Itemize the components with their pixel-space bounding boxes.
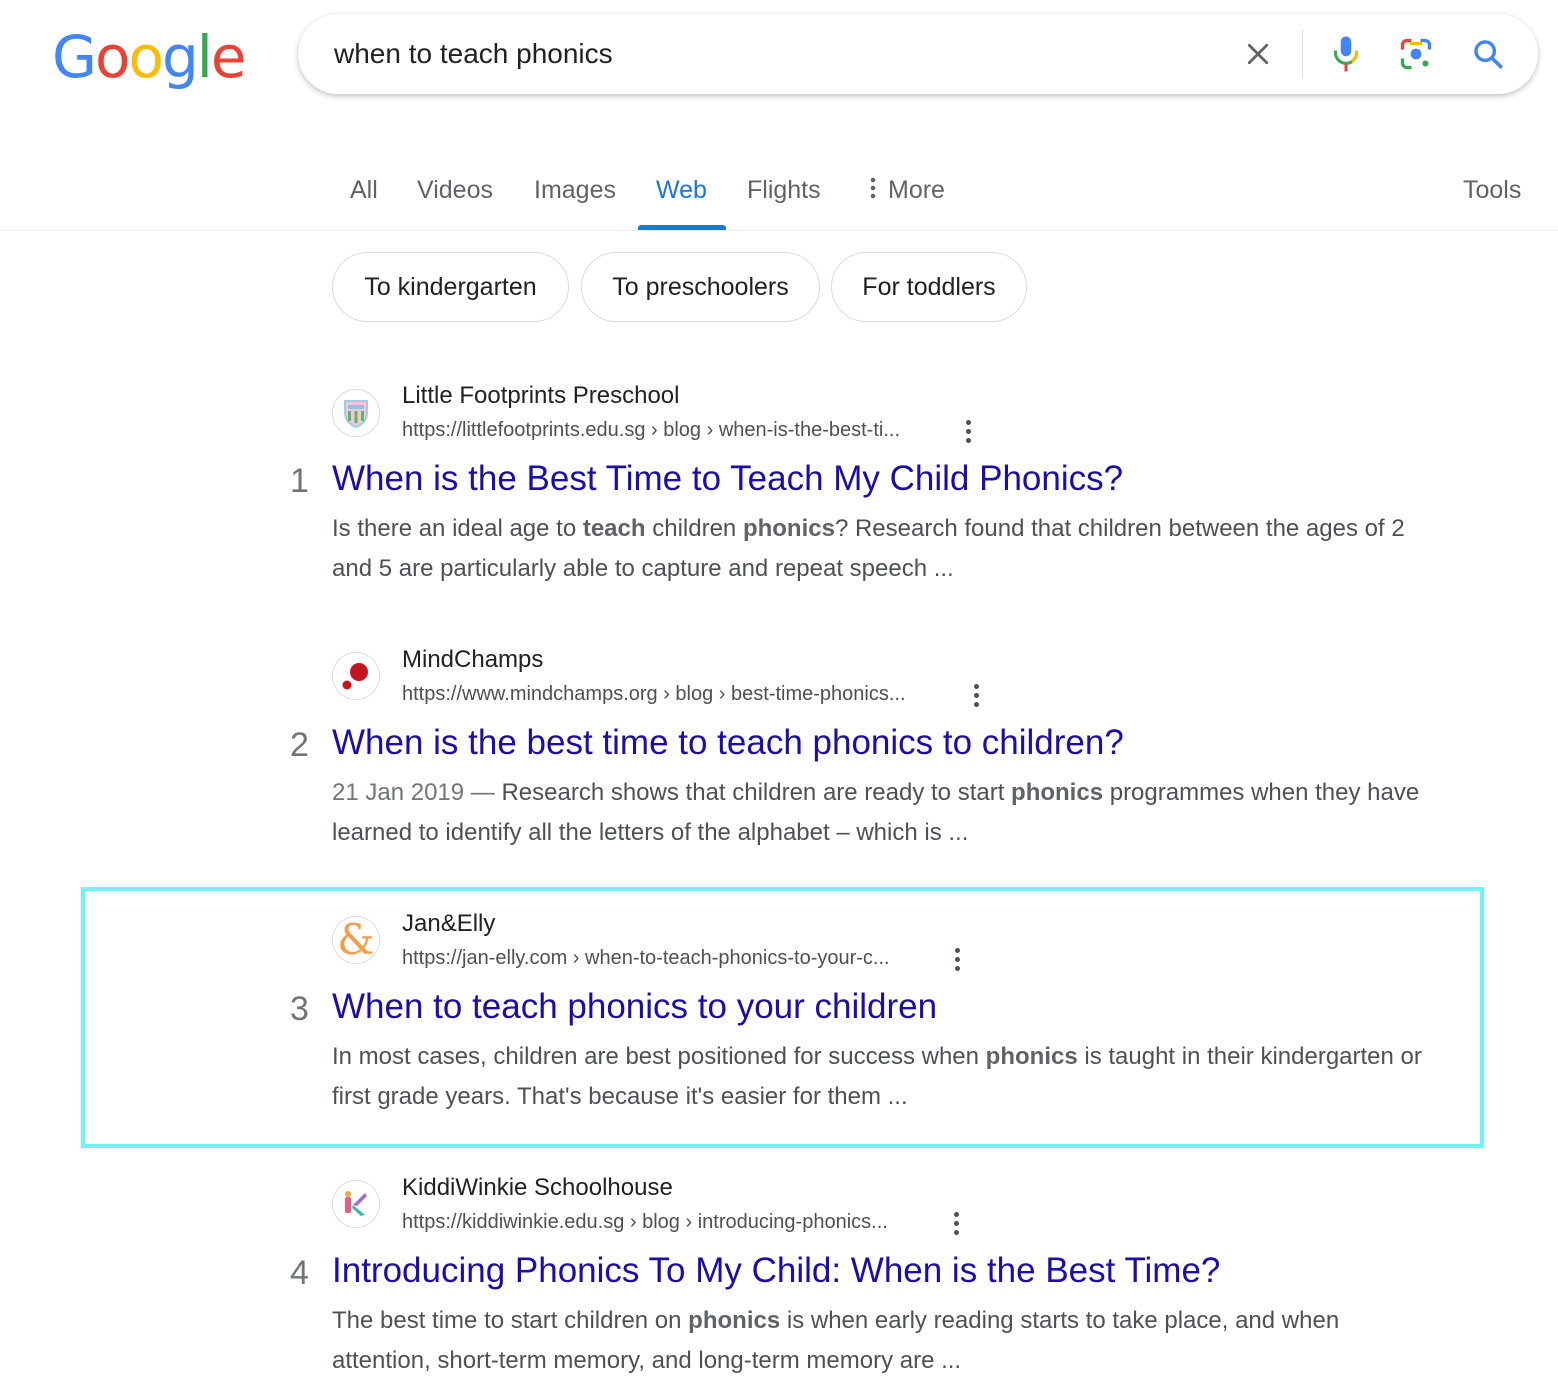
lens-icon[interactable] [1396,34,1436,74]
result-snippet: In most cases, children are best positio… [332,1037,1422,1117]
result-options-icon[interactable] [958,416,978,446]
logo-letter: l [196,23,213,91]
close-icon[interactable] [1238,34,1278,74]
tab-videos[interactable]: Videos [417,176,493,205]
snippet-keyword: phonics [742,515,835,542]
tab-more-label: More [888,176,945,204]
chip-for-toddlers[interactable]: For toddlers [831,252,1027,322]
snippet-text: children [645,515,743,542]
result-options-icon[interactable] [947,944,967,974]
tab-images[interactable]: Images [534,176,616,205]
result-title-link[interactable]: When to teach phonics to your children [332,987,937,1027]
result-site-name: MindChamps [402,646,544,673]
result-snippet: 21 Jan 2019 — Research shows that childr… [332,773,1422,853]
result-snippet: The best time to start children on phoni… [332,1301,1422,1381]
result-snippet: Is there an ideal age to teach children … [332,509,1422,589]
result-url[interactable]: https://kiddiwinkie.edu.sg › blog › intr… [402,1211,888,1234]
result-rank: 2 [290,726,309,764]
search-icon[interactable] [1468,34,1508,74]
logo-letter: e [210,23,247,91]
tabs-divider [0,230,1558,231]
result-options-icon[interactable] [946,1208,966,1238]
result-url[interactable]: https://littlefootprints.edu.sg › blog ›… [402,419,900,442]
result-url[interactable]: https://jan-elly.com › when-to-teach-pho… [402,947,890,970]
mic-icon[interactable] [1326,34,1366,74]
logo-letter: G [52,23,97,91]
ampersand-logo-icon: & [337,916,375,964]
logo-letter: o [94,23,130,91]
google-logo[interactable]: Google [52,22,247,92]
result-rank: 4 [290,1254,309,1292]
snippet-text: Is there an ideal age to [332,515,583,542]
search-box [298,14,1538,94]
search-input[interactable] [334,34,1214,74]
result-rank: 3 [290,990,309,1028]
jan-elly-favicon: & [332,916,380,964]
result-url[interactable]: https://www.mindchamps.org › blog › best… [402,683,906,706]
chip-to-preschoolers[interactable]: To preschoolers [581,252,820,322]
snippet-keyword: teach [582,515,646,542]
result-site-name: Little Footprints Preschool [402,382,680,409]
logo-letter: o [128,23,163,91]
snippet-text: The best time to start children on [332,1307,689,1334]
result-title-link[interactable]: When is the best time to teach phonics t… [332,723,1124,763]
search-divider [1302,30,1303,78]
result-site-name: KiddiWinkie Schoolhouse [402,1174,673,1201]
snippet-text: Research shows that children are ready t… [501,779,1012,806]
mindchamps-favicon [332,652,380,700]
tab-more[interactable]: More [870,176,945,206]
snippet-keyword: phonics [688,1307,781,1334]
result-title-link[interactable]: Introducing Phonics To My Child: When is… [332,1251,1220,1291]
snippet-keyword: phonics [985,1043,1078,1070]
tab-all[interactable]: All [350,176,378,205]
search-tabs: All Videos Images Web Flights More Tools [0,160,1558,230]
logo-letter: g [161,23,199,91]
tab-flights[interactable]: Flights [747,176,821,205]
result-title-link[interactable]: When is the Best Time to Teach My Child … [332,459,1123,499]
snippet-text: In most cases, children are best positio… [332,1043,986,1070]
kiddiwinkie-favicon [332,1180,380,1228]
snippet-keyword: phonics [1011,779,1104,806]
chip-to-kindergarten[interactable]: To kindergarten [332,252,569,322]
vertical-dots-icon [870,177,876,206]
result-options-icon[interactable] [966,680,986,710]
result-site-name: Jan&Elly [402,910,496,937]
little-footprints-favicon [332,389,380,437]
tools-button[interactable]: Tools [1463,176,1521,205]
tab-web[interactable]: Web [656,176,707,205]
result-date: 21 Jan 2019 — [332,779,502,806]
result-rank: 1 [290,462,309,500]
